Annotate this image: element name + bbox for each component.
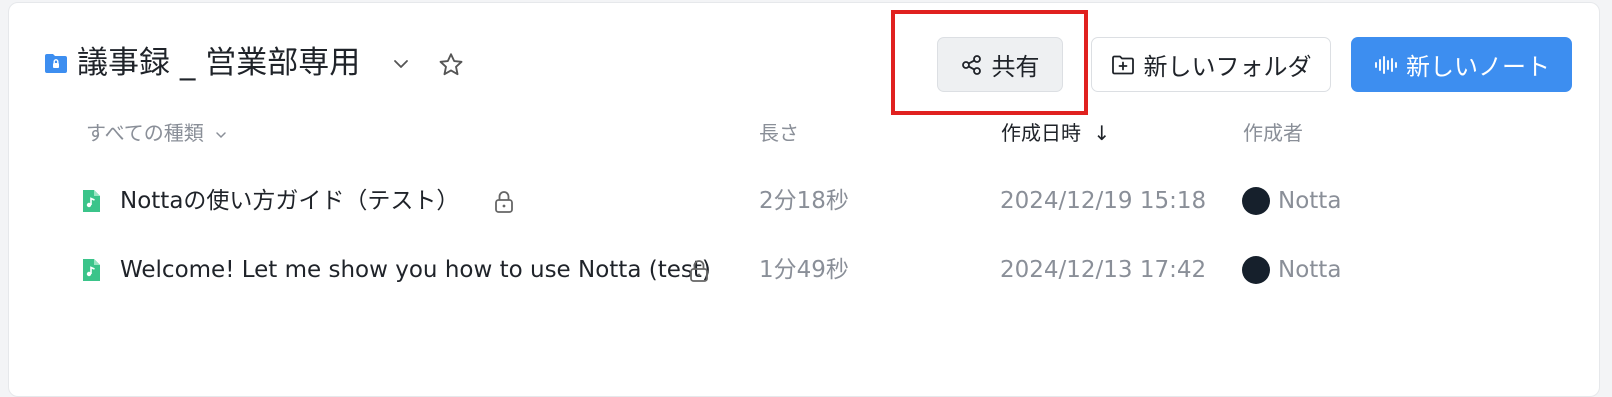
chevron-down-icon[interactable] [391,54,411,74]
star-icon[interactable] [437,51,465,79]
share-highlight-box [891,10,1088,115]
type-filter-label: すべての種類 [86,121,204,145]
audio-file-icon [83,259,100,281]
lock-icon [690,260,708,282]
column-header-created[interactable]: 作成日時 ↓ [1001,119,1110,147]
new-note-button[interactable]: 新しいノート [1351,37,1572,92]
sort-descending-icon: ↓ [1093,121,1111,145]
type-filter-dropdown[interactable]: すべての種類 [86,119,228,147]
column-header-length[interactable]: 長さ [759,119,799,147]
new-folder-button[interactable]: 新しいフォルダ [1091,37,1331,92]
chevron-down-icon [216,131,226,138]
folder-plus-icon [1111,55,1134,74]
note-title: Nottaの使い方ガイド（テスト） [120,188,460,214]
note-created: 2024/12/19 15:18 [1000,188,1207,214]
avatar [1242,256,1270,284]
note-length: 2分18秒 [759,188,849,214]
page-title: 議事録 _ 営業部専用 [77,45,361,81]
note-title: Welcome! Let me show you how to use Nott… [120,257,711,283]
note-creator: Notta [1278,257,1342,283]
note-created: 2024/12/13 17:42 [1000,257,1207,283]
locked-folder-icon [45,54,67,73]
column-header-creator[interactable]: 作成者 [1243,119,1303,147]
note-creator: Notta [1278,188,1342,214]
note-length: 1分49秒 [759,257,849,283]
new-note-label: 新しいノート [1406,53,1550,81]
new-folder-label: 新しいフォルダ [1143,53,1312,81]
lock-icon [495,191,513,213]
created-label: 作成日時 [1001,121,1081,145]
audio-wave-icon [1375,55,1397,74]
avatar [1242,187,1270,215]
audio-file-icon [83,190,100,212]
